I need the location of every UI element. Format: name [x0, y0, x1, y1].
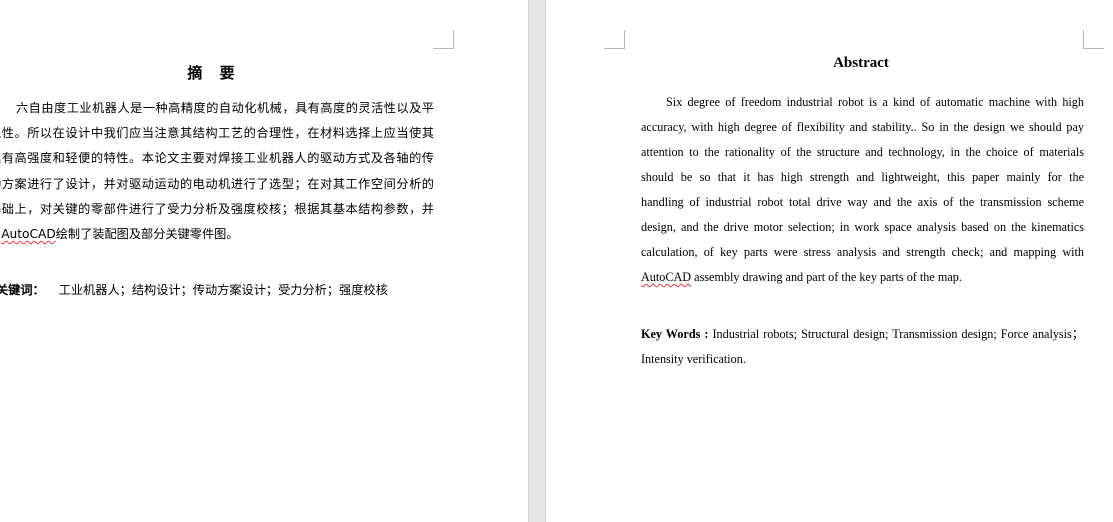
- english-abstract-body: Six degree of freedom industrial robot i…: [641, 90, 1084, 290]
- paragraph-line: calculation, of key parts were stress an…: [641, 245, 1084, 259]
- chinese-abstract-title: 摘 要: [187, 64, 241, 82]
- page-corner-mark: [604, 30, 625, 49]
- keywords-line: Intensity verification.: [641, 352, 746, 366]
- english-abstract-page: Abstract Six degree of freedom industria…: [546, 0, 1113, 522]
- chinese-abstract-body: 六自由度工业机器人是一种高精度的自动化机械，具有高度的灵活性以及平 稳性。所以在…: [0, 96, 434, 247]
- keywords-label: Key Words :: [641, 327, 709, 341]
- paragraph-line: should be so that it has high strength a…: [641, 170, 1084, 184]
- document-viewport[interactable]: 摘 要 六自由度工业机器人是一种高精度的自动化机械，具有高度的灵活性以及平 稳性…: [0, 0, 1113, 522]
- paragraph-line: Six degree of freedom industrial robot i…: [666, 95, 1084, 109]
- paragraph-line: AutoCAD assembly drawing and part of the…: [641, 265, 1084, 290]
- page-corner-mark: [433, 30, 454, 49]
- paragraph-text: assembly drawing and part of the key par…: [691, 270, 962, 284]
- paragraph-line: design, and the drive motor selection; i…: [641, 220, 1084, 234]
- paragraph-line: 稳性。所以在设计中我们应当注意其结构工艺的合理性，在材料选择上应当使其: [0, 126, 434, 141]
- spellcheck-word: AutoCAD: [1, 226, 56, 241]
- page-gutter: [528, 0, 546, 522]
- paragraph-line: 六自由度工业机器人是一种高精度的自动化机械，具有高度的灵活性以及平: [16, 101, 434, 115]
- paragraph-line: 动方案进行了设计，并对驱动运动的电动机进行了选型；在对其工作空间分析的: [0, 176, 434, 191]
- page-corner-mark: [1083, 30, 1104, 49]
- paragraph-line: accuracy, with high degree of flexibilit…: [641, 120, 1084, 134]
- paragraph-line: handling of industrial robot total drive…: [641, 195, 1084, 209]
- english-keywords: Key Words : Industrial robots; Structura…: [641, 322, 1084, 372]
- keywords-text: Industrial robots; Structural design; Tr…: [708, 327, 1084, 341]
- paragraph-text: 绘制了装配图及部分关键零件图。: [55, 226, 239, 241]
- paragraph-line: 具有高强度和轻便的特性。本论文主要对焊接工业机器人的驱动方式及各轴的传: [0, 151, 434, 166]
- keywords-line: Key Words : Industrial robots; Structura…: [641, 322, 1084, 347]
- paragraph-line: 用AutoCAD绘制了装配图及部分关键零件图。: [0, 222, 434, 247]
- english-abstract-title: Abstract: [833, 55, 889, 71]
- paragraph-line: 基础上，对关键的零部件进行了受力分析及强度校核；根据其基本结构参数，并: [0, 201, 434, 216]
- spellcheck-word: AutoCAD: [641, 270, 692, 284]
- paragraph-line: attention to the rationality of the stru…: [641, 145, 1084, 159]
- chinese-abstract-page: 摘 要 六自由度工业机器人是一种高精度的自动化机械，具有高度的灵活性以及平 稳性…: [0, 0, 528, 522]
- keywords-label: 关键词：: [0, 283, 45, 297]
- chinese-keywords: 关键词： 工业机器人；结构设计；传动方案设计；受力分析；强度校核: [0, 280, 388, 298]
- keywords-text: 工业机器人；结构设计；传动方案设计；受力分析；强度校核: [58, 283, 388, 297]
